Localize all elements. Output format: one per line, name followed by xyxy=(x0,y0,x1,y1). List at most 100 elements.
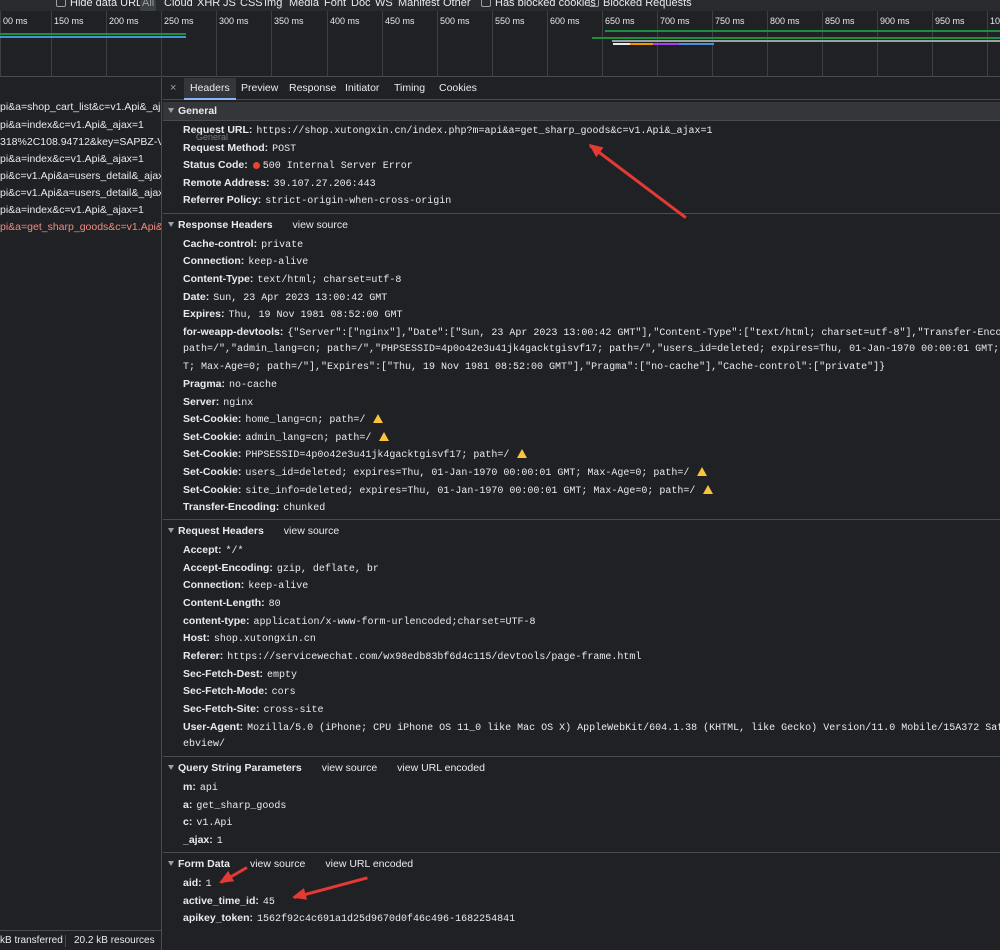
header-row: Sec-Fetch-Site: cross-site xyxy=(183,703,324,716)
timeline-bar xyxy=(612,40,1000,42)
type-filter-js[interactable]: JS xyxy=(223,0,236,9)
timeline-tick: 550 ms xyxy=(492,11,525,77)
type-filter-cloud[interactable]: Cloud xyxy=(164,0,193,9)
tab-timing[interactable]: Timing xyxy=(388,78,431,100)
timeline-tick: 450 ms xyxy=(382,11,415,77)
set-cookie-row: Set-Cookie: site_info=deleted; expires=Th… xyxy=(183,482,714,499)
param-row: a: get_sharp_goods xyxy=(183,799,287,812)
annotation-arrow-icon xyxy=(293,876,368,899)
close-icon[interactable]: × xyxy=(170,82,176,94)
header-row: Sec-Fetch-Dest: empty xyxy=(183,668,297,681)
query-string-section-header[interactable]: Query String Parameters view source view U… xyxy=(163,759,1000,778)
warning-icon[interactable] xyxy=(697,467,708,476)
header-row: Pragma: no-cache xyxy=(183,378,278,391)
tab-headers[interactable]: Headers xyxy=(184,78,236,100)
annotation-arrow-icon xyxy=(589,144,687,219)
status-bar: kB transferred 20.2 kB resources xyxy=(0,930,162,950)
type-filter-all[interactable]: All xyxy=(140,0,156,11)
type-filter-doc[interactable]: Doc xyxy=(351,0,371,9)
has-blocked-cookies-checkbox[interactable]: Has blocked cookies xyxy=(481,0,596,9)
request-row[interactable]: 318%2C108.94712&key=SAPBZ-VB... xyxy=(0,134,161,151)
status-divider xyxy=(65,935,66,947)
request-row-selected[interactable]: pi&a=get_sharp_goods&c=v1.Api&... xyxy=(0,219,161,236)
blocked-requests-checkbox[interactable]: Blocked Requests xyxy=(589,0,692,9)
triangle-down-icon xyxy=(168,861,174,867)
timeline-bar xyxy=(630,43,653,45)
header-row: Expires: Thu, 19 Nov 1981 08:52:00 GMT xyxy=(183,308,403,321)
timeline-overview[interactable]: 00 ms 150 ms 200 ms 250 ms 300 ms 350 ms… xyxy=(0,11,1000,77)
tab-initiator[interactable]: Initiator xyxy=(339,78,385,100)
timeline-bar xyxy=(653,43,679,45)
type-filter-ws[interactable]: WS xyxy=(375,0,393,9)
header-row: Server: nginx xyxy=(183,396,254,409)
timeline-bar xyxy=(592,37,1000,39)
header-row: content-type: application/x-www-form-urle… xyxy=(183,615,536,628)
timeline-tick: 250 ms xyxy=(161,11,194,77)
type-filter-css[interactable]: CSS xyxy=(240,0,263,9)
view-source-link[interactable]: view source xyxy=(322,762,377,774)
referrer-policy-row: Referrer Policy: strict-origin-when-cross… xyxy=(183,194,452,207)
view-url-encoded-link[interactable]: view URL encoded xyxy=(397,762,485,774)
tab-preview[interactable]: Preview xyxy=(235,78,284,100)
timeline-tick: 900 ms xyxy=(877,11,910,77)
transferred-size: kB transferred xyxy=(0,935,63,946)
warning-icon[interactable] xyxy=(703,485,714,494)
view-source-link[interactable]: view source xyxy=(284,525,339,537)
request-list: pi&a=shop_cart_list&c=v1.Api&_aja... pi&… xyxy=(0,78,162,930)
header-row: for-weapp-devtools: {"Server":["nginx"],"… xyxy=(183,326,1000,339)
header-row: Cache-control: private xyxy=(183,238,304,251)
timeline-bar xyxy=(0,33,186,35)
type-filter-img[interactable]: Img xyxy=(264,0,282,9)
request-row[interactable]: pi&a=index&c=v1.Api&_ajax=1 xyxy=(0,151,161,168)
request-method-row: Request Method: POST xyxy=(183,142,297,155)
header-row: Accept-Encoding: gzip, deflate, br xyxy=(183,562,379,575)
timeline-tick: 300 ms xyxy=(216,11,249,77)
timeline-tick: 950 ms xyxy=(932,11,965,77)
response-headers-section-header[interactable]: Response Headers view source xyxy=(163,216,1000,235)
tab-response[interactable]: Response xyxy=(283,78,342,100)
type-filter-xhr[interactable]: XHR xyxy=(197,0,220,9)
set-cookie-row: Set-Cookie: home_lang=cn; path=/ xyxy=(183,411,384,428)
timeline-tick: 850 ms xyxy=(822,11,855,77)
request-row[interactable]: pi&a=shop_cart_list&c=v1.Api&_aja... xyxy=(0,99,161,116)
request-headers-section-header[interactable]: Request Headers view source xyxy=(163,522,1000,541)
type-filter-other[interactable]: Other xyxy=(443,0,471,9)
detail-tabs: × Headers Preview Response Initiator Tim… xyxy=(163,78,1000,100)
request-row[interactable]: pi&c=v1.Api&a=users_detail&_ajax=1 xyxy=(0,168,161,185)
type-filter-manifest[interactable]: Manifest xyxy=(398,0,440,9)
request-row[interactable]: pi&a=index&c=v1.Api&_ajax=1 xyxy=(0,117,161,134)
timeline-tick: 200 ms xyxy=(106,11,139,77)
header-row: Accept: */* xyxy=(183,544,244,557)
general-section-header[interactable]: General xyxy=(163,102,1000,121)
section-divider xyxy=(163,519,1000,520)
timeline-tick: 800 ms xyxy=(767,11,800,77)
warning-icon[interactable] xyxy=(517,449,528,458)
timeline-tick: 500 ms xyxy=(437,11,470,77)
header-row: Transfer-Encoding: chunked xyxy=(183,501,326,514)
hide-data-urls-checkbox[interactable]: Hide data URLs xyxy=(56,0,148,9)
request-row[interactable]: pi&c=v1.Api&a=users_detail&_ajax=1 xyxy=(0,185,161,202)
view-url-encoded-link[interactable]: view URL encoded xyxy=(325,858,413,870)
checkbox-icon[interactable] xyxy=(481,0,491,7)
type-filter-font[interactable]: Font xyxy=(324,0,346,9)
warning-icon[interactable] xyxy=(373,414,384,423)
view-source-link[interactable]: view source xyxy=(293,219,348,231)
warning-icon[interactable] xyxy=(379,432,390,441)
filter-bar: Hide data URLs All Cloud XHR JS CSS Img … xyxy=(0,0,1000,11)
form-field-row: aid: 1 xyxy=(183,877,212,890)
set-cookie-row: Set-Cookie: admin_lang=cn; path=/ xyxy=(183,429,390,446)
request-url-row: Request URL: https://shop.xutongxin.cn/in… xyxy=(183,124,713,137)
header-value-continuation: T; Max-Age=0; path=/"],"Expires":["Thu, … xyxy=(183,362,886,373)
triangle-down-icon xyxy=(168,765,174,771)
view-source-link[interactable]: view source xyxy=(250,858,305,870)
request-row[interactable]: pi&a=index&c=v1.Api&_ajax=1 xyxy=(0,202,161,219)
request-detail-pane: × Headers Preview Response Initiator Tim… xyxy=(163,78,1000,950)
checkbox-icon[interactable] xyxy=(589,0,599,7)
checkbox-icon[interactable] xyxy=(56,0,66,7)
form-data-section-header[interactable]: Form Data view source view URL encoded xyxy=(163,855,1000,874)
timeline-tick: 1000 ms xyxy=(987,11,1000,77)
type-filter-media[interactable]: Media xyxy=(289,0,319,9)
header-value-continuation: path=/","admin_lang=cn; path=/","PHPSESS… xyxy=(183,344,1000,355)
status-error-dot-icon xyxy=(252,162,260,169)
tab-cookies[interactable]: Cookies xyxy=(433,78,483,100)
